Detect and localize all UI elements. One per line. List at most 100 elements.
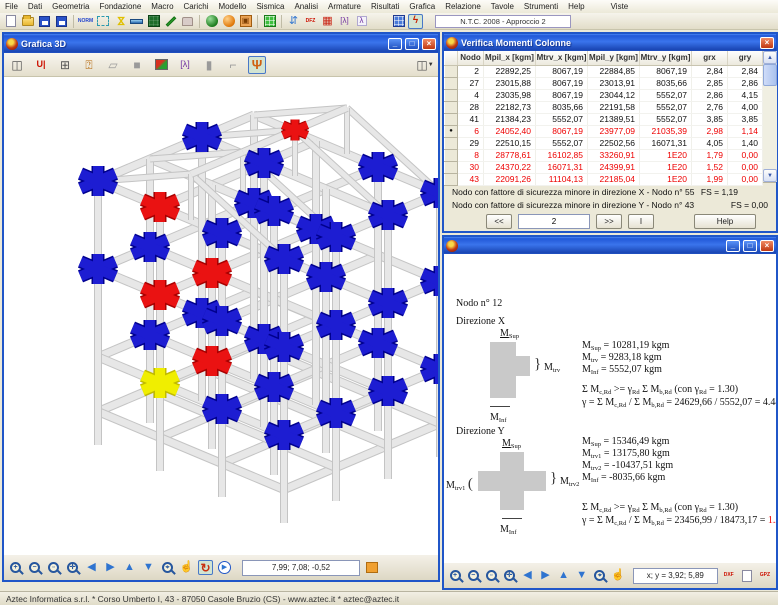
cell-mpil-y[interactable]: 22884,85 (588, 65, 640, 77)
info-button[interactable]: I (628, 214, 654, 229)
zoom-out-icon[interactable]: − (466, 568, 480, 583)
cell-nodo[interactable]: 43 (458, 173, 484, 185)
cell-grx[interactable]: 3,85 (692, 113, 728, 125)
frame-query-icon[interactable]: ⍰ (80, 56, 98, 74)
pan-right-icon[interactable]: ▶ (103, 560, 118, 575)
cell-mtrv-x[interactable]: 8067,19 (536, 65, 588, 77)
cell-mtrv-y[interactable]: 8067,19 (640, 65, 692, 77)
table-row[interactable]: 4322091,2611104,1322185,041E201,990,00 (445, 173, 763, 185)
row-marker[interactable] (445, 173, 458, 185)
gpz-export-icon[interactable]: GPZ (758, 568, 772, 583)
cell-gry[interactable]: 2,84 (728, 65, 763, 77)
lightning-results-icon[interactable]: ϟ (408, 14, 423, 29)
cell-nodo[interactable]: 41 (458, 113, 484, 125)
pan-up-icon[interactable]: ▲ (557, 568, 571, 583)
row-marker[interactable] (445, 77, 458, 89)
pan-left-icon[interactable]: ◀ (520, 568, 534, 583)
menu-armature[interactable]: Armature (323, 1, 366, 12)
table-row-selected[interactable]: ●624052,408067,1923977,0921035,392,981,1… (445, 125, 763, 137)
cell-mtrv-x[interactable]: 11104,13 (536, 173, 588, 185)
pencil-icon[interactable] (163, 14, 178, 29)
zoom-window-icon[interactable]: ⌖ (593, 568, 607, 583)
stamp-icon[interactable] (180, 14, 195, 29)
scroll-track[interactable] (763, 86, 777, 169)
menu-sismica[interactable]: Sismica (251, 1, 289, 12)
cell-mpil-x[interactable]: 28778,61 (484, 149, 536, 161)
zoom-window-icon[interactable]: ⌖ (160, 560, 175, 575)
header-mtrv-x[interactable]: Mtrv_x [kgm] (536, 51, 588, 65)
cell-mtrv-x[interactable]: 16102,85 (536, 149, 588, 161)
cell-gry[interactable]: 0,00 (728, 173, 763, 185)
diagram-corner-icon[interactable]: ⌐ (224, 56, 242, 74)
help-button[interactable]: Help (694, 214, 756, 229)
cell-nodo[interactable]: 2 (458, 65, 484, 77)
table-row[interactable]: 2822182,738035,6622191,585552,072,764,00 (445, 101, 763, 113)
column-export-icon[interactable]: ⇵ (286, 14, 301, 29)
cell-gry[interactable]: 1,40 (728, 137, 763, 149)
slab-grid-icon[interactable] (146, 14, 161, 29)
close-button[interactable]: × (760, 37, 774, 49)
menu-macro[interactable]: Macro (146, 1, 178, 12)
coordinates-display[interactable]: 7,99; 7,08; -0,52 (242, 560, 360, 576)
header-gry[interactable]: gry (728, 51, 763, 65)
scroll-up-icon[interactable]: ▲ (763, 51, 777, 64)
cell-mpil-x[interactable]: 23035,98 (484, 89, 536, 101)
cell-nodo[interactable]: 8 (458, 149, 484, 161)
cell-grx[interactable]: 2,76 (692, 101, 728, 113)
section-cut-icon[interactable]: ▱ (104, 56, 122, 74)
pan-right-icon[interactable]: ▶ (538, 568, 552, 583)
close-button[interactable]: × (760, 240, 774, 252)
cell-mtrv-x[interactable]: 8067,19 (536, 125, 588, 137)
cell-mtrv-y[interactable]: 21035,39 (640, 125, 692, 137)
menu-carichi[interactable]: Carichi (179, 1, 214, 12)
zoom-extents-icon[interactable]: ✛ (502, 568, 516, 583)
cell-mtrv-y[interactable]: 5552,07 (640, 89, 692, 101)
bar-gray-icon[interactable]: ▮ (200, 56, 218, 74)
row-marker[interactable] (445, 149, 458, 161)
cell-mtrv-x[interactable]: 5552,07 (536, 113, 588, 125)
row-marker[interactable] (445, 137, 458, 149)
header-mtrv-y[interactable]: Mtrv_y [kgm] (640, 51, 692, 65)
deformed-shape-icon[interactable]: U| (32, 56, 50, 74)
cell-mtrv-y[interactable]: 1E20 (640, 161, 692, 173)
zoom-in-icon[interactable]: + (8, 560, 23, 575)
cell-mtrv-x[interactable]: 8035,66 (536, 101, 588, 113)
cell-gry[interactable]: 2,86 (728, 77, 763, 89)
mesh-green-grid-icon[interactable] (262, 14, 277, 29)
cell-mpil-y[interactable]: 22185,04 (588, 173, 640, 185)
table-row[interactable]: 4121384,235552,0721389,515552,073,853,85 (445, 113, 763, 125)
cell-gry[interactable]: 4,15 (728, 89, 763, 101)
cell-grx[interactable]: 2,98 (692, 125, 728, 137)
menu-analisi[interactable]: Analisi (289, 1, 323, 12)
zoom-in-icon[interactable]: + (448, 568, 462, 583)
table-row[interactable]: 423035,988067,1923044,125552,072,864,15 (445, 89, 763, 101)
row-marker[interactable] (445, 113, 458, 125)
new-file-icon[interactable] (3, 14, 18, 29)
row-marker[interactable] (445, 161, 458, 173)
save-icon[interactable] (37, 14, 52, 29)
maximize-button[interactable]: □ (405, 38, 419, 50)
pan-down-icon[interactable]: ▼ (575, 568, 589, 583)
cell-mpil-y[interactable]: 33260,91 (588, 149, 640, 161)
zoom-out-icon[interactable]: − (27, 560, 42, 575)
header-nodo[interactable]: Nodo (458, 51, 484, 65)
prev-button[interactable]: << (486, 214, 512, 229)
cell-nodo[interactable]: 4 (458, 89, 484, 101)
close-button[interactable]: × (422, 38, 436, 50)
dxf-wave-icon[interactable]: DFZ (303, 14, 318, 29)
menu-grafica[interactable]: Grafica (404, 1, 440, 12)
cell-mpil-y[interactable]: 23013,91 (588, 77, 640, 89)
cell-nodo[interactable]: 6 (458, 125, 484, 137)
cell-gry[interactable]: 1,14 (728, 125, 763, 137)
solid-view-icon[interactable]: ■ (128, 56, 146, 74)
dettaglio-titlebar[interactable]: _ □ × (444, 237, 776, 254)
menu-dati[interactable]: Dati (23, 1, 47, 12)
menu-viste[interactable]: Viste (606, 1, 634, 12)
cell-mpil-y[interactable]: 22191,58 (588, 101, 640, 113)
norm-approach-box[interactable]: N.T.C. 2008 - Approccio 2 (435, 15, 571, 28)
cell-mpil-x[interactable]: 24052,40 (484, 125, 536, 137)
zoom-previous-icon[interactable]: ▫ (46, 560, 61, 575)
vertical-scrollbar[interactable]: ▲ ▼ (763, 51, 777, 182)
animate-play-icon[interactable]: ▶ (217, 560, 232, 575)
zoom-previous-icon[interactable]: ▫ (484, 568, 498, 583)
